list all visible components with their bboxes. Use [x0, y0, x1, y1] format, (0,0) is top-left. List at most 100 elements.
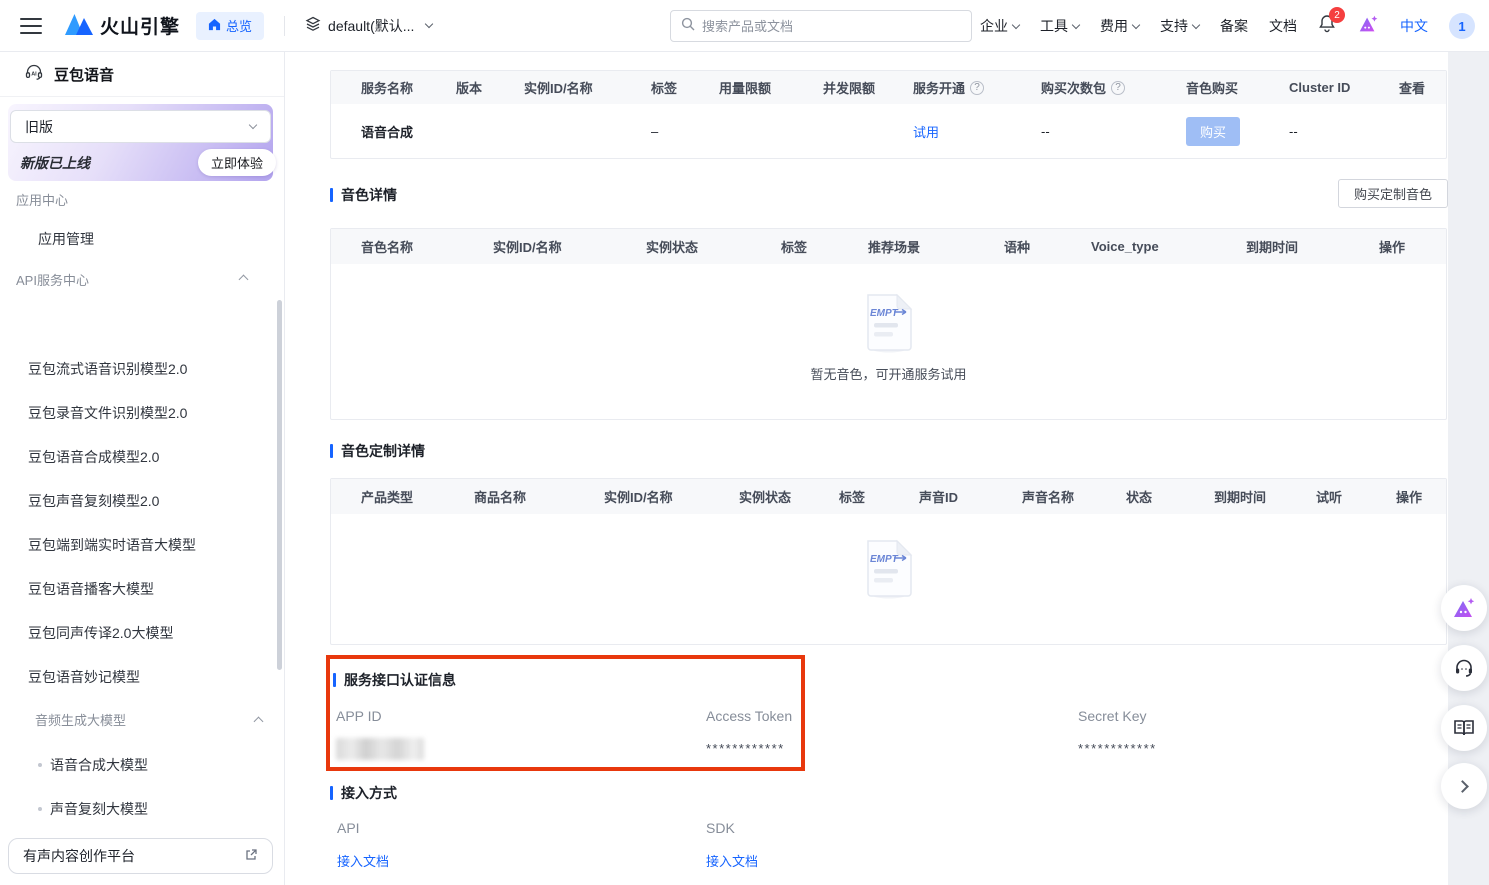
- top-navigation-bar: 火山引擎 总览 default(默认...: [0, 0, 1489, 52]
- buy-voice-button[interactable]: 购买: [1186, 117, 1240, 146]
- ai-assistant-float-button[interactable]: [1441, 585, 1487, 631]
- workspace-selector[interactable]: default(默认...: [305, 16, 432, 36]
- sidebar-item-model[interactable]: 豆包声音复刻模型2.0: [0, 479, 284, 523]
- bottom-link-label: 有声内容创作平台: [23, 846, 135, 866]
- menu-support[interactable]: 支持: [1160, 16, 1199, 36]
- layers-icon: [305, 16, 321, 35]
- menu-billing[interactable]: 费用: [1100, 16, 1139, 36]
- overview-button[interactable]: 总览: [196, 12, 264, 40]
- sidebar-scrollbar[interactable]: [277, 300, 282, 670]
- column-header: 音色购买: [1186, 78, 1289, 97]
- column-header: 音色名称: [361, 237, 493, 256]
- svg-text:EMPT: EMPT: [870, 554, 899, 565]
- customer-service-float-button[interactable]: [1441, 645, 1487, 691]
- column-header: 商品名称: [474, 487, 604, 506]
- volcengine-logo[interactable]: 火山引擎: [64, 9, 180, 42]
- menu-enterprise[interactable]: 企业: [980, 16, 1019, 36]
- version-selected-value: 旧版: [25, 117, 53, 137]
- sidebar-item-app-manage[interactable]: 应用管理: [38, 229, 94, 249]
- try-now-button[interactable]: 立即体验: [198, 149, 276, 176]
- chevron-down-icon: [1132, 20, 1140, 28]
- app-id-masked-value: [336, 738, 424, 760]
- package-cell: --: [1041, 124, 1186, 139]
- collapse-panel-button[interactable]: [1441, 763, 1487, 809]
- audio-creation-platform-link[interactable]: 有声内容创作平台: [8, 838, 273, 874]
- column-header: 实例ID/名称: [493, 237, 646, 256]
- sdk-doc-link[interactable]: 接入文档: [706, 851, 758, 870]
- overview-label: 总览: [226, 16, 252, 35]
- headset-icon: [1453, 657, 1475, 679]
- column-header: Cluster ID: [1289, 80, 1399, 95]
- sidebar-subitem[interactable]: 语音合成大模型: [0, 743, 284, 787]
- menu-tools[interactable]: 工具: [1040, 16, 1079, 36]
- right-gutter: [1448, 52, 1489, 885]
- group-label-audio-gen[interactable]: 音频生成大模型: [0, 699, 284, 743]
- menu-docs[interactable]: 文档: [1269, 16, 1297, 36]
- section-bar: [330, 444, 333, 458]
- sidebar-item-model[interactable]: 豆包语音播客大模型: [0, 567, 284, 611]
- column-header: 试听: [1316, 487, 1396, 506]
- hamburger-menu-icon[interactable]: [20, 18, 42, 34]
- service-table-header: 服务名称 版本 实例ID/名称 标签 用量限额 并发限额 服务开通 购买次数包 …: [331, 71, 1446, 104]
- empty-icon: EMPT: [861, 292, 917, 354]
- voice-custom-detail-header: 产品类型 商品名称 实例ID/名称 实例状态 标签 声音ID 声音名称 状态 到…: [331, 479, 1446, 514]
- sidebar-subitem[interactable]: 流式语音识别大模型: [0, 875, 284, 885]
- api-doc-link[interactable]: 接入文档: [337, 851, 389, 870]
- column-header: Voice_type: [1091, 239, 1246, 254]
- service-table-row: 语音合成 – 试用 -- 购买 --: [331, 104, 1446, 158]
- headset-ai-icon: AI: [24, 62, 44, 87]
- sidebar-item-model[interactable]: 豆包流式语音识别模型2.0: [0, 347, 284, 391]
- chevron-right-icon: [1456, 780, 1469, 793]
- voice-custom-empty-state: EMPT: [331, 514, 1446, 600]
- buy-custom-voice-button[interactable]: 购买定制音色: [1338, 179, 1448, 208]
- workspace-label: default(默认...: [328, 16, 414, 36]
- ai-assistant-icon[interactable]: [1357, 13, 1379, 40]
- search-input[interactable]: [702, 19, 932, 34]
- tag-cell: –: [651, 124, 719, 139]
- column-header: 状态: [1126, 487, 1214, 506]
- sidebar-item-model[interactable]: 豆包录音文件识别模型2.0: [0, 391, 284, 435]
- banner-row: 新版已上线 立即体验: [20, 149, 276, 176]
- bullet-dot: [38, 763, 42, 767]
- sidebar-header: AI 豆包语音: [0, 52, 284, 97]
- access-token-value: ************: [706, 741, 785, 756]
- column-header: 用量限额: [719, 78, 823, 97]
- language-switcher[interactable]: 中文: [1400, 16, 1428, 36]
- service-name-cell: 语音合成: [361, 122, 456, 141]
- docs-float-button[interactable]: [1441, 705, 1487, 751]
- banner-text: 新版已上线: [20, 153, 90, 173]
- column-header: 产品类型: [361, 487, 474, 506]
- column-header: 实例状态: [739, 487, 839, 506]
- global-search[interactable]: [670, 10, 972, 42]
- sidebar-item-model[interactable]: 豆包端到端实时语音大模型: [0, 523, 284, 567]
- console-page: 火山引擎 总览 default(默认...: [0, 0, 1489, 885]
- secret-key-label: Secret Key: [1078, 708, 1146, 724]
- column-header: 声音ID: [919, 487, 1022, 506]
- chevron-down-icon: [1012, 20, 1020, 28]
- voice-detail-table: 音色名称 实例ID/名称 实例状态 标签 推荐场景 语种 Voice_type …: [330, 228, 1447, 420]
- group-label-app-center: 应用中心: [16, 190, 68, 209]
- group-label-api-center[interactable]: API服务中心: [16, 270, 269, 289]
- sidebar-item-model[interactable]: 豆包语音合成模型2.0: [0, 435, 284, 479]
- version-select[interactable]: 旧版: [10, 110, 271, 143]
- ai-mountain-icon: [1451, 595, 1477, 621]
- sidebar-item-model[interactable]: 豆包语音妙记模型: [0, 655, 284, 699]
- column-header: 版本: [456, 78, 524, 97]
- menu-beian[interactable]: 备案: [1220, 16, 1248, 36]
- column-header: 标签: [839, 487, 919, 506]
- sidebar-subitem[interactable]: 声音复刻大模型: [0, 787, 284, 831]
- column-header: 到期时间: [1246, 237, 1379, 256]
- help-icon[interactable]: [970, 81, 984, 95]
- user-avatar[interactable]: 1: [1449, 13, 1475, 39]
- column-header: 标签: [781, 237, 868, 256]
- trial-link[interactable]: 试用: [913, 125, 939, 140]
- chevron-down-icon: [425, 20, 433, 28]
- secret-key-value: ************: [1078, 741, 1157, 756]
- column-header: 查看: [1399, 78, 1446, 97]
- help-icon[interactable]: [1111, 81, 1125, 95]
- sidebar-item-model[interactable]: 豆包同声传译2.0大模型: [0, 611, 284, 655]
- book-icon: [1453, 718, 1475, 738]
- notifications-button[interactable]: 2: [1318, 14, 1336, 38]
- sdk-label: SDK: [706, 820, 735, 836]
- chevron-down-icon: [249, 121, 257, 129]
